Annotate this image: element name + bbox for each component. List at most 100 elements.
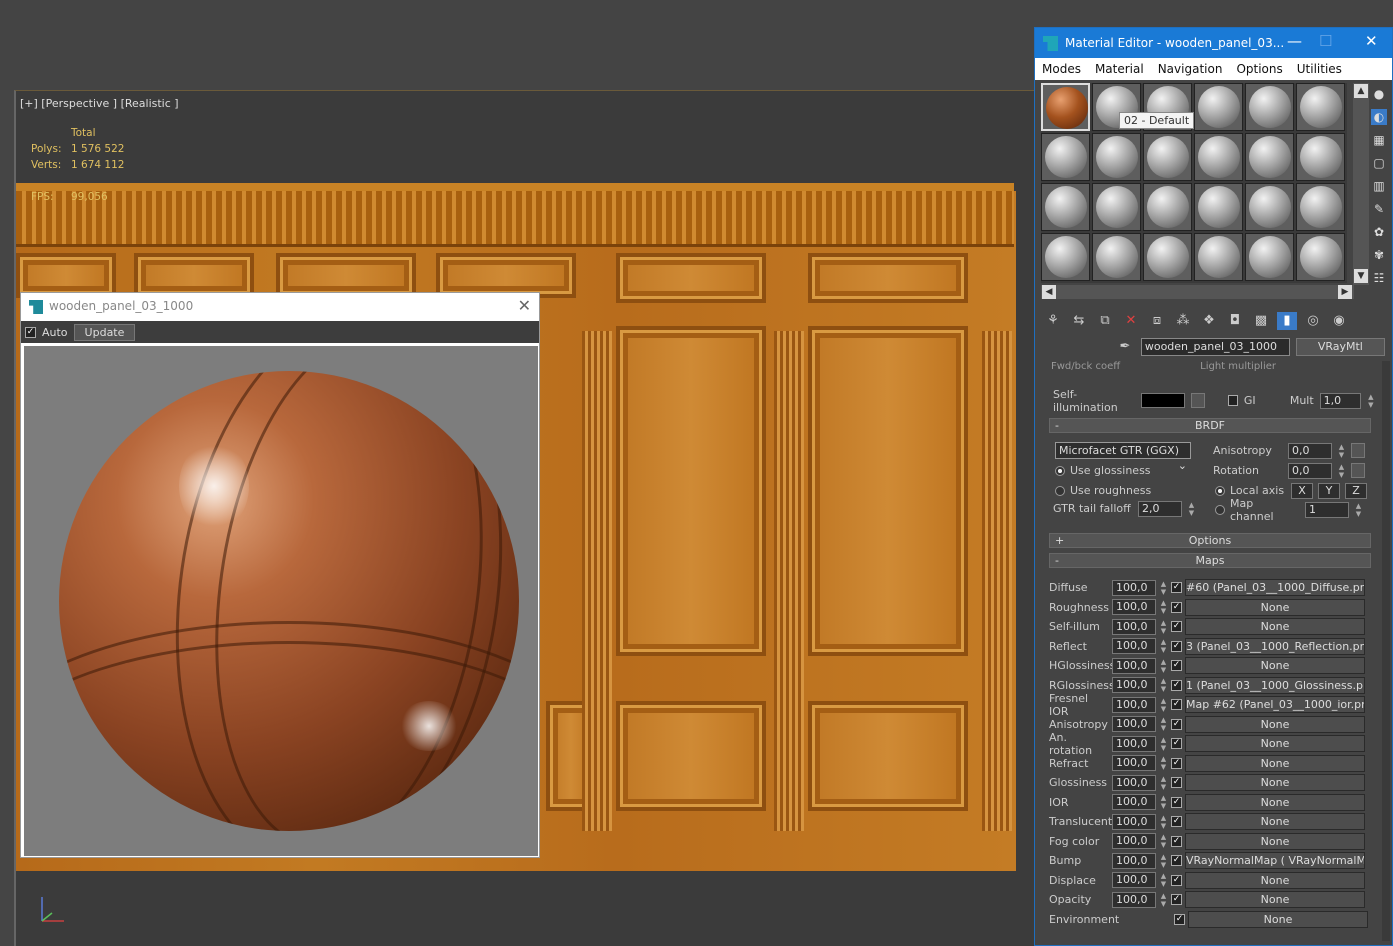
map-slot-button[interactable]: None (1185, 813, 1365, 830)
map-slot-button[interactable]: None (1185, 618, 1365, 635)
map-enable-checkbox[interactable]: ✓ (1171, 660, 1182, 671)
scroll-left-icon[interactable]: ◀ (1042, 285, 1056, 299)
sample-slot[interactable] (1296, 83, 1345, 131)
map-enable-checkbox[interactable]: ✓ (1174, 913, 1185, 925)
map-amount-spinner[interactable]: ▲ ▼ (1159, 716, 1168, 732)
viewport-label[interactable]: [+] [Perspective ] [Realistic ] (20, 97, 179, 110)
eyedropper-icon[interactable]: ✒ (1115, 338, 1135, 356)
put-to-library-icon[interactable]: ❖ (1199, 312, 1219, 330)
copy-material-icon[interactable]: ⧈ (1147, 312, 1167, 330)
map-amount-field[interactable]: 100,0 (1112, 618, 1156, 635)
sample-type-icon[interactable]: ● (1371, 86, 1387, 102)
scroll-up-icon[interactable]: ▲ (1354, 84, 1368, 98)
map-amount-field[interactable]: 100,0 (1112, 599, 1156, 615)
video-color-check-icon[interactable]: ▥ (1371, 178, 1387, 194)
axis-z-button[interactable]: Z (1345, 482, 1367, 499)
material-editor-window[interactable]: Material Editor - wooden_panel_03... — ☐… (1034, 27, 1393, 946)
map-amount-field[interactable]: 100,0 (1112, 852, 1156, 869)
select-by-material-icon[interactable]: ✾ (1371, 247, 1387, 263)
map-amount-spinner[interactable]: ▲ ▼ (1159, 599, 1168, 615)
make-unique-icon[interactable]: ⁂ (1173, 312, 1193, 330)
anisotropy-map-button[interactable] (1351, 443, 1365, 458)
update-button[interactable]: Update (73, 323, 136, 341)
editor-titlebar[interactable]: Material Editor - wooden_panel_03... — ☐… (1035, 28, 1392, 58)
backlight-icon[interactable]: ◐ (1371, 109, 1387, 125)
gi-checkbox[interactable] (1227, 395, 1238, 406)
map-slot-button[interactable]: None (1185, 754, 1365, 772)
axis-y-button[interactable]: Y (1318, 482, 1340, 499)
map-enable-checkbox[interactable]: ✓ (1171, 835, 1182, 847)
make-preview-icon[interactable]: ✎ (1371, 201, 1387, 217)
map-enable-checkbox[interactable]: ✓ (1171, 738, 1182, 749)
map-amount-field[interactable]: 100,0 (1112, 833, 1156, 849)
map-amount-field[interactable]: 100,0 (1112, 735, 1156, 752)
map-amount-spinner[interactable]: ▲ ▼ (1159, 794, 1168, 810)
sample-slot[interactable] (1245, 83, 1294, 131)
map-slot-button[interactable]: 3 (Panel_03__1000_Reflection.png) (1185, 637, 1365, 655)
close-icon[interactable]: ✕ (1365, 32, 1378, 50)
options-rollout[interactable]: + Options (1049, 533, 1371, 548)
background-checker-icon[interactable]: ▦ (1371, 132, 1387, 148)
map-amount-spinner[interactable]: ▲ ▼ (1159, 892, 1168, 908)
material-id-icon[interactable]: ◘ (1225, 312, 1245, 330)
map-amount-field[interactable]: 100,0 (1112, 872, 1156, 888)
menu-material[interactable]: Material (1088, 62, 1151, 76)
sample-slot[interactable] (1296, 133, 1345, 181)
map-amount-field[interactable]: 100,0 (1112, 696, 1156, 713)
map-enable-checkbox[interactable]: ✓ (1171, 796, 1182, 808)
sample-slot[interactable] (1041, 133, 1090, 181)
self-illum-color-swatch[interactable] (1140, 393, 1186, 408)
map-slot-button[interactable]: None (1185, 657, 1365, 674)
gtr-spinner[interactable]: ▲ ▼ (1187, 501, 1196, 517)
slots-vertical-scrollbar[interactable]: ▲ ▼ (1353, 83, 1369, 285)
map-enable-checkbox[interactable]: ✓ (1171, 718, 1182, 730)
menu-utilities[interactable]: Utilities (1290, 62, 1349, 76)
close-icon[interactable]: ✕ (518, 296, 531, 315)
sample-slot[interactable] (1143, 133, 1192, 181)
sample-slot[interactable] (1245, 133, 1294, 181)
map-amount-spinner[interactable]: ▲ ▼ (1159, 736, 1168, 752)
map-enable-checkbox[interactable]: ✓ (1171, 894, 1182, 905)
menu-navigation[interactable]: Navigation (1151, 62, 1230, 76)
map-amount-spinner[interactable]: ▲ ▼ (1159, 677, 1168, 693)
material-type-button[interactable]: VRayMtl (1295, 338, 1385, 356)
sample-slot[interactable] (1194, 133, 1243, 181)
sample-slot[interactable] (1194, 83, 1243, 131)
maximize-icon[interactable]: ☐ (1319, 32, 1332, 50)
anisotropy-field[interactable]: 0,0 (1288, 442, 1332, 459)
local-axis-radio[interactable] (1215, 485, 1225, 496)
map-slot-button[interactable]: 1 (Panel_03__1000_Glossiness.png) (1185, 676, 1365, 694)
sample-slot[interactable] (1041, 233, 1090, 281)
menu-options[interactable]: Options (1229, 62, 1289, 76)
map-enable-checkbox[interactable]: ✓ (1171, 621, 1182, 632)
map-amount-field[interactable]: 100,0 (1112, 755, 1156, 771)
map-enable-checkbox[interactable]: ✓ (1171, 699, 1182, 710)
assign-to-selection-icon[interactable]: ⧉ (1095, 312, 1115, 330)
map-channel-field[interactable]: 1 (1305, 501, 1349, 518)
rotation-spinner[interactable]: ▲ ▼ (1337, 463, 1346, 479)
maps-rollout[interactable]: - Maps (1049, 553, 1371, 568)
sample-slot[interactable] (1092, 233, 1141, 281)
map-amount-field[interactable]: 100,0 (1112, 813, 1156, 830)
map-amount-field[interactable]: 100,0 (1112, 774, 1156, 791)
map-slot-button[interactable]: None (1185, 793, 1365, 811)
sample-slot[interactable] (1194, 183, 1243, 231)
rotation-map-button[interactable] (1351, 463, 1365, 478)
options-icon[interactable]: ✿ (1371, 224, 1387, 240)
auto-checkbox[interactable]: ✓ (25, 326, 36, 338)
map-amount-spinner[interactable]: ▲ ▼ (1159, 755, 1168, 771)
get-material-icon[interactable]: ⚘ (1043, 312, 1063, 330)
sample-slot[interactable] (1041, 83, 1090, 131)
mult-field[interactable]: 1,0 (1319, 392, 1361, 409)
map-amount-field[interactable]: 100,0 (1112, 657, 1156, 674)
map-enable-checkbox[interactable]: ✓ (1171, 679, 1182, 691)
map-channel-spinner[interactable]: ▲ ▼ (1354, 502, 1363, 518)
show-map-icon[interactable]: ▩ (1251, 312, 1271, 330)
map-slot-button[interactable]: None (1185, 715, 1365, 733)
map-slot-button[interactable]: None (1185, 774, 1365, 791)
map-slot-button[interactable]: None (1188, 910, 1368, 928)
map-amount-spinner[interactable]: ▲ ▼ (1159, 697, 1168, 713)
map-amount-field[interactable]: 100,0 (1112, 638, 1156, 654)
use-roughness-radio[interactable] (1055, 485, 1065, 496)
map-amount-spinner[interactable]: ▲ ▼ (1159, 775, 1168, 791)
